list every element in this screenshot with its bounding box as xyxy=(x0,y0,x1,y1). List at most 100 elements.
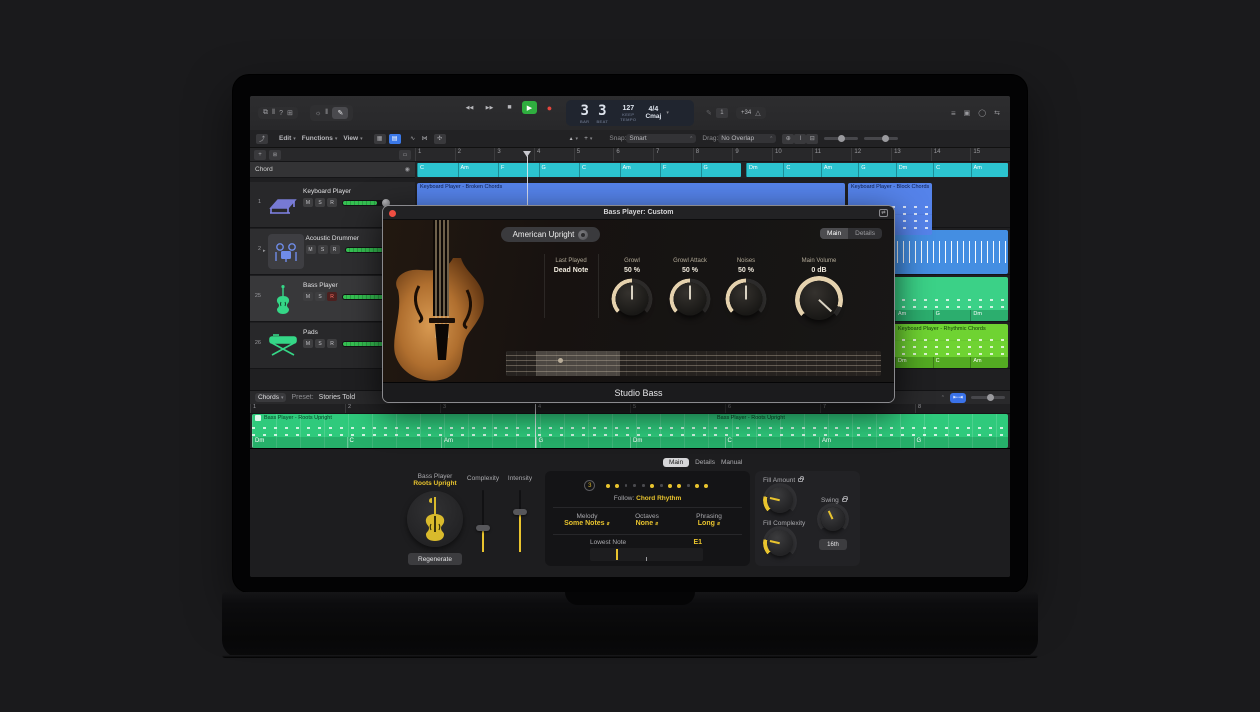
tab-details[interactable]: Details xyxy=(695,459,715,466)
intensity-slider[interactable] xyxy=(513,490,527,552)
catch-playhead-button[interactable]: ⇤⇥ xyxy=(950,393,966,403)
editor-region-roots-upright[interactable]: Bass Player - Roots Upright Bass Player … xyxy=(252,414,1008,448)
chord-cell[interactable]: G xyxy=(701,163,742,177)
fretboard-strip[interactable] xyxy=(506,351,881,376)
chord-cell[interactable]: C xyxy=(783,163,820,177)
mute-button[interactable]: M xyxy=(306,245,316,254)
edit-menu[interactable]: Edit▾ xyxy=(276,134,299,143)
grid-view-icon[interactable]: ▦ xyxy=(374,134,386,144)
growl-attack-knob[interactable] xyxy=(674,283,707,316)
editor-ruler[interactable]: 1 2 3 4 5 6 7 8 xyxy=(250,404,1010,414)
record-enable-button[interactable]: R xyxy=(327,198,337,207)
mute-button[interactable]: M xyxy=(303,292,313,301)
track-name[interactable]: Pads xyxy=(303,329,386,336)
stop-button[interactable]: ■ xyxy=(502,101,517,114)
regenerate-button[interactable]: Regenerate xyxy=(408,553,462,565)
forward-button[interactable]: ▶▶ xyxy=(482,101,497,114)
bass-style-dial[interactable] xyxy=(407,491,463,547)
chord-cell[interactable]: C xyxy=(933,163,970,177)
chord-cell[interactable]: F xyxy=(498,163,539,177)
chord-cell[interactable]: G xyxy=(858,163,895,177)
slider-thumb[interactable] xyxy=(513,509,527,515)
chord-cell[interactable]: F xyxy=(660,163,701,177)
track-name[interactable]: Bass Player xyxy=(303,282,386,289)
chord-cell[interactable]: Dm xyxy=(252,437,347,448)
chord-cell[interactable]: Dm xyxy=(896,163,933,177)
smart-controls-icon[interactable]: ☼ xyxy=(315,110,321,117)
slider-thumb[interactable] xyxy=(476,525,490,531)
tab-main[interactable]: Main xyxy=(663,458,689,467)
view-menu[interactable]: View▾ xyxy=(340,134,365,143)
rhythm-dots[interactable] xyxy=(603,484,710,488)
fade-tool-icon[interactable]: ∿ xyxy=(407,134,419,144)
noises-knob[interactable] xyxy=(730,283,763,316)
play-button[interactable]: ▶ xyxy=(522,101,537,114)
chord-cell[interactable]: Am xyxy=(441,437,536,448)
drag-select[interactable]: No Overlap⌃ xyxy=(718,134,776,143)
lcd-chevron-icon[interactable]: ▾ xyxy=(666,110,669,116)
track-name[interactable]: Acoustic Drummer xyxy=(306,235,389,242)
close-button[interactable] xyxy=(389,210,396,217)
chord-region-2[interactable]: Dm C Am G Dm C Am xyxy=(746,163,1008,177)
solo-button[interactable]: S xyxy=(315,292,325,301)
piano-roll-icon[interactable]: ▤ xyxy=(389,134,401,144)
player-patch-name[interactable]: Roots Upright xyxy=(400,480,470,487)
level-meter[interactable] xyxy=(342,294,386,300)
chord-cell[interactable]: G xyxy=(536,437,631,448)
metronome-icon[interactable]: △ xyxy=(755,109,760,117)
hide-tracks-icon[interactable]: ▭ xyxy=(399,150,411,160)
record-enable-button[interactable]: R xyxy=(327,339,337,348)
solo-button[interactable]: S xyxy=(315,339,325,348)
chord-cell[interactable]: Am xyxy=(620,163,661,177)
bar-ruler[interactable]: 1 2 3 4 5 6 7 8 9 10 11 12 13 14 15 xyxy=(415,148,1010,162)
editor-playhead[interactable] xyxy=(535,404,536,448)
record-enable-button[interactable]: R xyxy=(327,292,337,301)
tuner-badge[interactable]: +34 xyxy=(741,110,751,116)
count-in-icon[interactable]: 1 xyxy=(716,108,728,118)
loop-tool-icon[interactable]: ⋈ xyxy=(419,134,431,144)
mute-button[interactable]: M xyxy=(303,339,313,348)
growl-knob[interactable] xyxy=(616,283,649,316)
preset-value[interactable]: Stories Told xyxy=(319,394,355,401)
lowest-note-slider[interactable] xyxy=(590,548,703,561)
chord-cell[interactable]: C xyxy=(417,163,458,177)
add-track-icon[interactable]: + xyxy=(254,150,266,160)
pointer-tool-select[interactable]: ▲▾ xyxy=(566,135,581,143)
chord-cell[interactable]: G xyxy=(539,163,580,177)
tab-manual[interactable]: Manual xyxy=(721,459,742,466)
media-browser-icon[interactable]: ⇆ xyxy=(994,109,1000,117)
melody-select[interactable]: Some Notes ⇵ xyxy=(559,520,615,527)
plugin-window-bass-player[interactable]: Bass Player: Custom ⇄ xyxy=(382,205,895,403)
inspector-icon[interactable]: ⦀ xyxy=(272,109,275,117)
main-volume-knob[interactable] xyxy=(799,280,839,320)
functions-menu[interactable]: Functions▾ xyxy=(299,134,341,143)
track-name[interactable]: Keyboard Player xyxy=(303,188,386,195)
level-meter[interactable] xyxy=(342,341,386,347)
lcd-display[interactable]: 3 BAR 3 BEAT 127 KEEP TEMPO 4/4 Cmaj xyxy=(566,100,694,126)
secondary-tool-select[interactable]: +▾ xyxy=(581,134,595,143)
chord-region-1[interactable]: C Am F G C Am F G xyxy=(417,163,741,177)
snap-select[interactable]: Smart⌃ xyxy=(626,134,696,143)
phrasing-select[interactable]: Long ⇵ xyxy=(681,520,737,527)
pencil-tool-icon[interactable]: ✎ xyxy=(706,109,712,117)
editor-zoom-slider[interactable] xyxy=(971,396,1005,399)
duplicate-track-icon[interactable]: ⊞ xyxy=(269,150,281,160)
back-icon[interactable]: ⤴ xyxy=(256,134,268,144)
chord-track-header[interactable]: Chord ◉ xyxy=(250,162,415,178)
plugin-tab-main[interactable]: Main xyxy=(820,228,848,239)
record-enable-button[interactable]: R xyxy=(330,245,340,254)
h-zoom-slider[interactable] xyxy=(824,137,858,140)
preset-selector[interactable]: American Upright xyxy=(501,227,600,242)
note-pads-icon[interactable]: ▣ xyxy=(964,109,971,117)
slider-thumb[interactable] xyxy=(987,394,994,401)
swing-grid-button[interactable]: 16th xyxy=(819,539,847,550)
plugin-title-bar[interactable]: Bass Player: Custom ⇄ xyxy=(383,206,894,220)
gear-icon[interactable] xyxy=(578,230,588,240)
chord-cell[interactable]: C xyxy=(347,437,442,448)
plugin-tab-details[interactable]: Details xyxy=(848,228,882,239)
follow-value[interactable]: Chord Rhythm xyxy=(636,495,681,502)
fill-complexity-knob[interactable] xyxy=(767,530,793,556)
library-icon[interactable]: ⧉ xyxy=(263,109,268,117)
event-list-icon[interactable]: ≡ xyxy=(951,109,956,118)
flex-icon[interactable]: ✣ xyxy=(434,134,446,144)
